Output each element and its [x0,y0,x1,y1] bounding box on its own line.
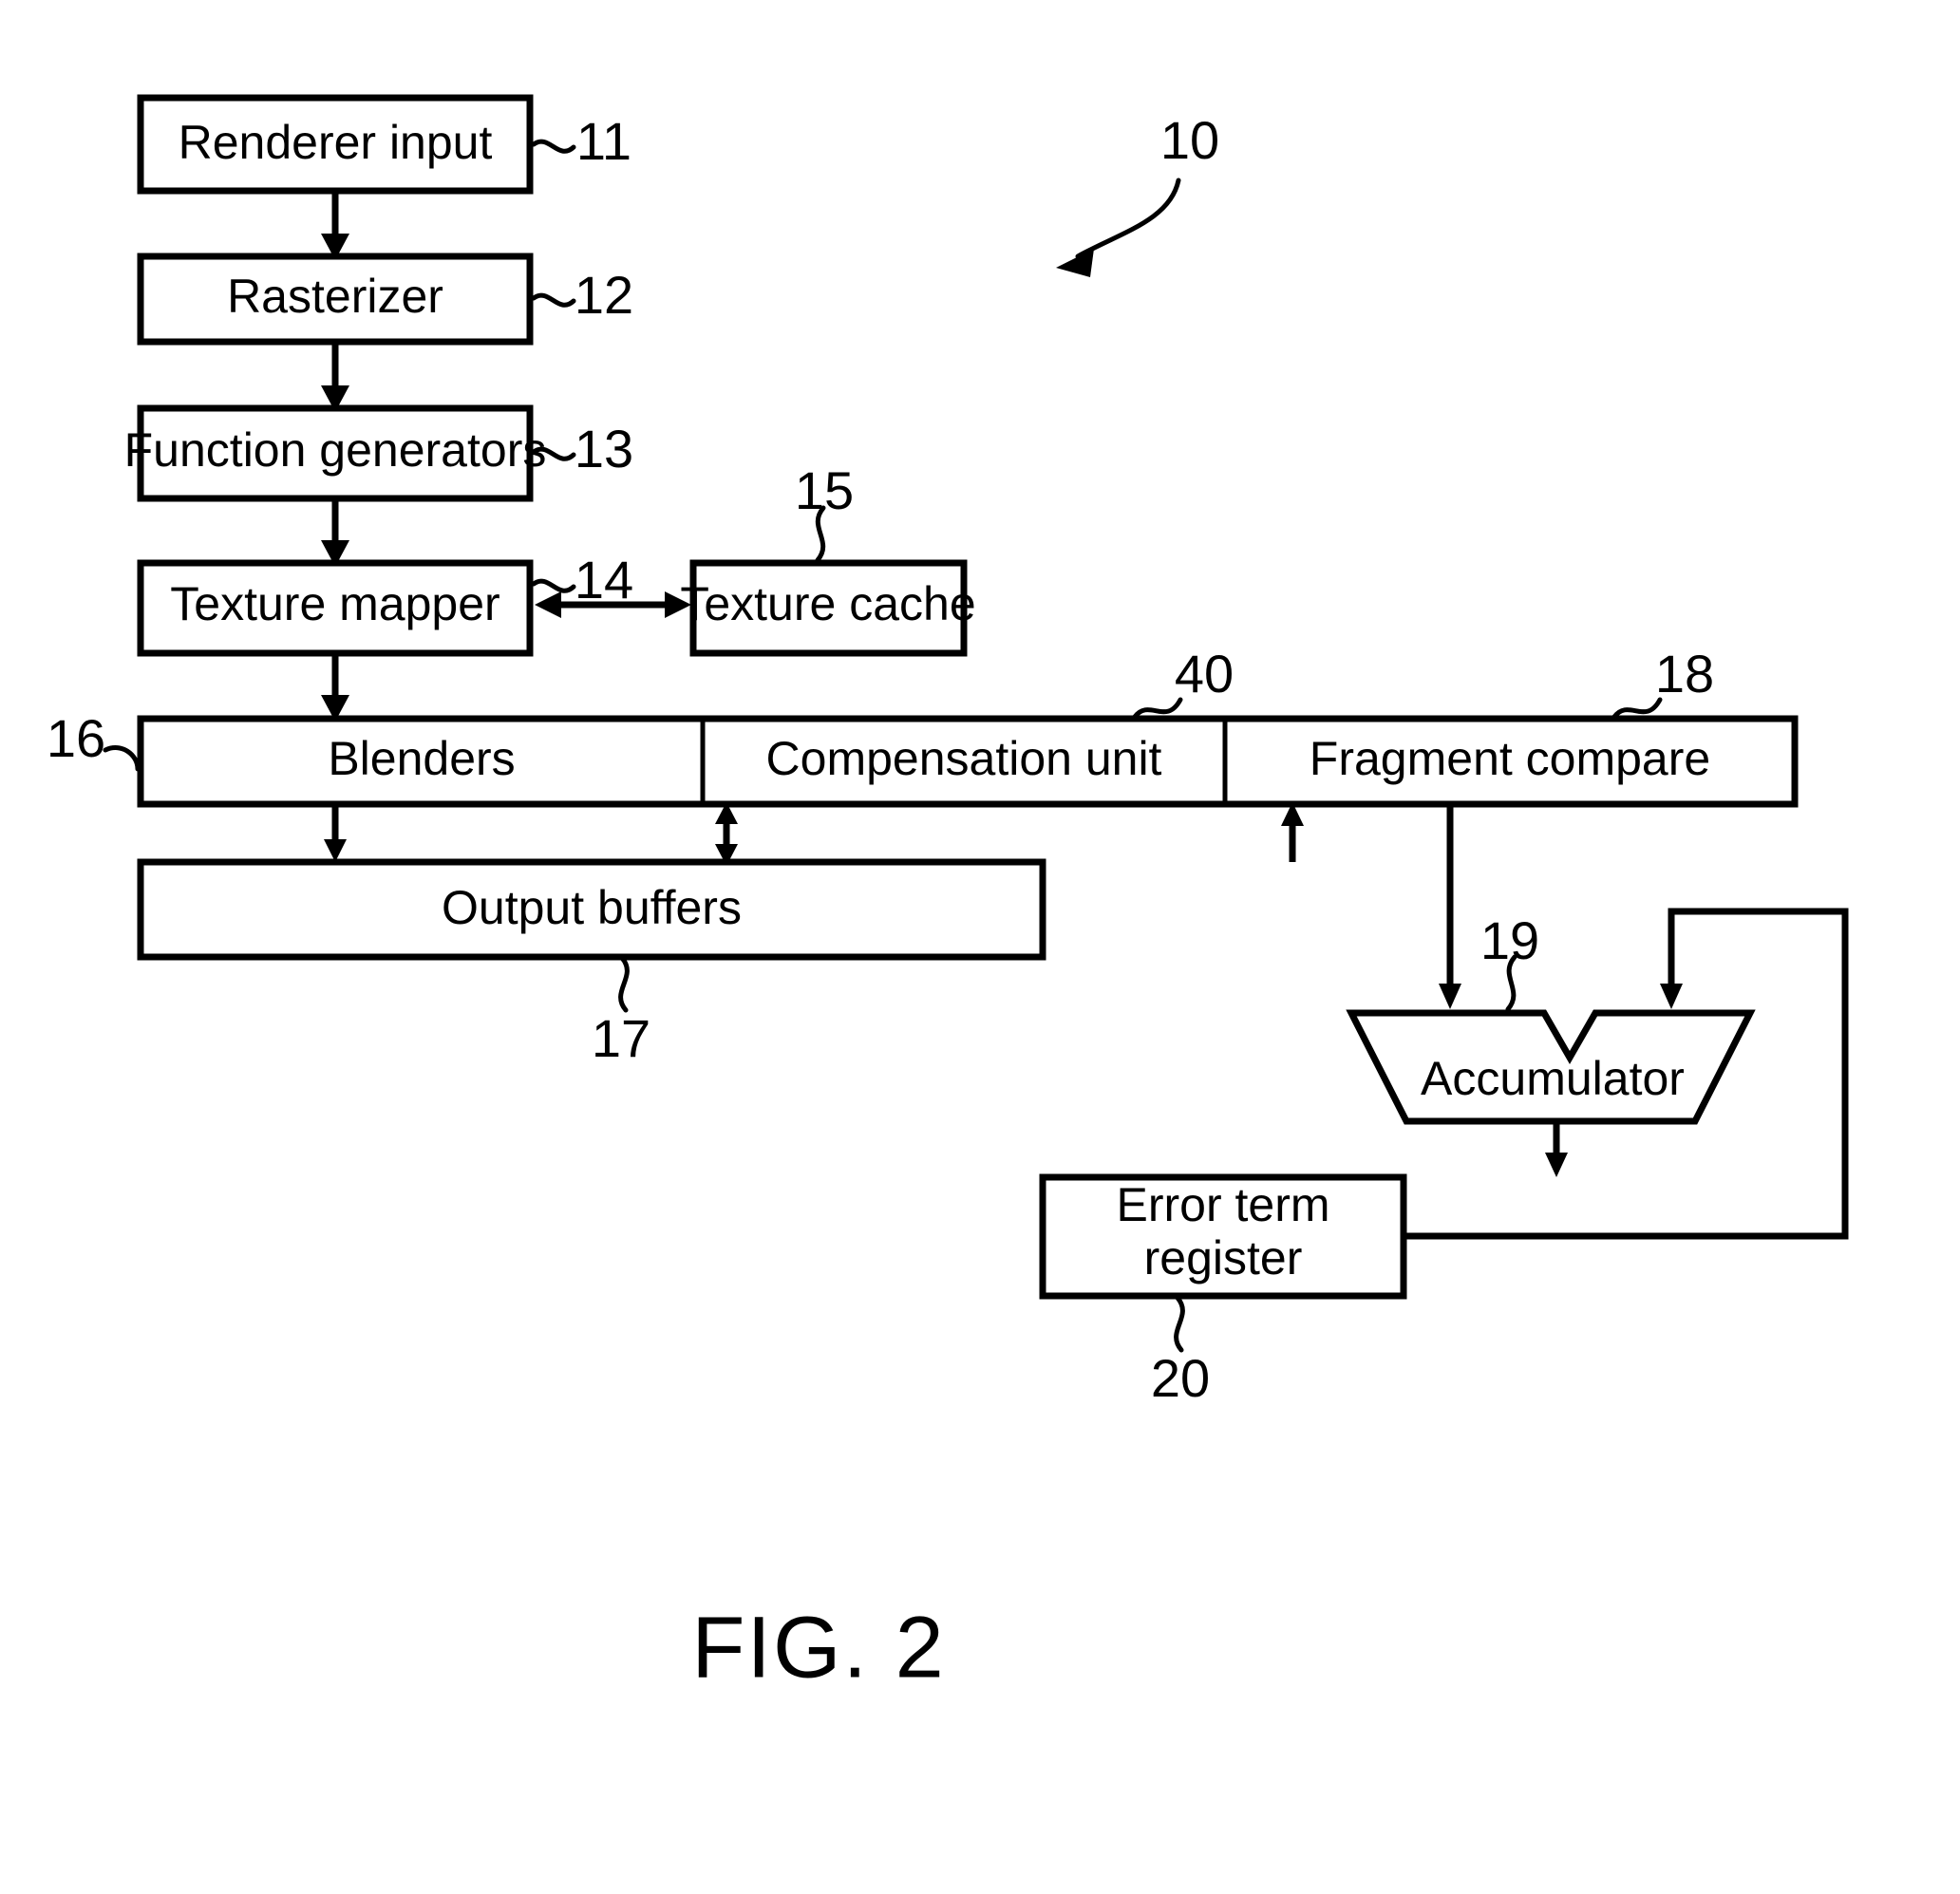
arrowhead-fragmentcompare-to-accumulator [1439,984,1461,1009]
block-renderer-input-label: Renderer input [179,116,493,169]
ref-numeral-10: 10 [1160,110,1219,170]
ref-numeral-15: 15 [795,460,854,520]
figure-caption: FIG. 2 [691,1599,946,1696]
ref-numeral-18: 18 [1655,644,1714,703]
arrowhead-feedback-to-accumulator [1660,984,1683,1009]
block-compensation-unit-label: Compensation unit [766,732,1162,785]
patent-figure: Renderer input 11 Rasterizer 12 Function… [0,0,1960,1894]
leader-line-12 [531,292,576,308]
leader-line-16 [103,745,141,772]
ref-numeral-11: 11 [576,111,631,171]
block-error-term-register-label-line1: Error term [1117,1178,1330,1231]
ref-numeral-13: 13 [575,419,633,478]
block-rasterizer-label: Rasterizer [227,270,443,323]
ref-numeral-12: 12 [575,265,633,325]
leader-line-11 [531,139,576,154]
arrowhead-to-texmapper [535,591,561,618]
arrowhead-blenders-to-outputbuffers [324,839,347,862]
ref-numeral-17: 17 [592,1008,650,1068]
leader-curve-10 [1075,178,1181,259]
block-blenders-label: Blenders [328,732,515,785]
ref-numeral-19: 19 [1480,910,1539,970]
leader-line-20 [1174,1295,1185,1353]
leader-line-14 [531,578,576,593]
block-output-buffers-label: Output buffers [442,881,742,934]
block-error-term-register-label-line2: register [1144,1231,1303,1285]
leader-line-17 [618,955,630,1013]
block-accumulator-label: Accumulator [1421,1052,1685,1105]
figure-canvas: Renderer input 11 Rasterizer 12 Function… [47,94,1849,1696]
ref-numeral-20: 20 [1151,1348,1210,1408]
ref-numeral-14: 14 [575,550,633,609]
ref-numeral-40: 40 [1175,644,1234,703]
leader-line-18 [1611,697,1663,720]
block-texture-cache-label: Texture cache [680,577,975,630]
arrowhead-accumulator-to-errorterm [1545,1153,1568,1177]
block-function-generators-label: Function generators [124,423,547,477]
block-texture-mapper-label: Texture mapper [170,577,499,630]
block-fragment-compare-label: Fragment compare [1310,732,1710,785]
arrowhead-system-10 [1056,249,1094,277]
ref-numeral-16: 16 [47,708,105,768]
leader-line-40 [1132,697,1183,720]
